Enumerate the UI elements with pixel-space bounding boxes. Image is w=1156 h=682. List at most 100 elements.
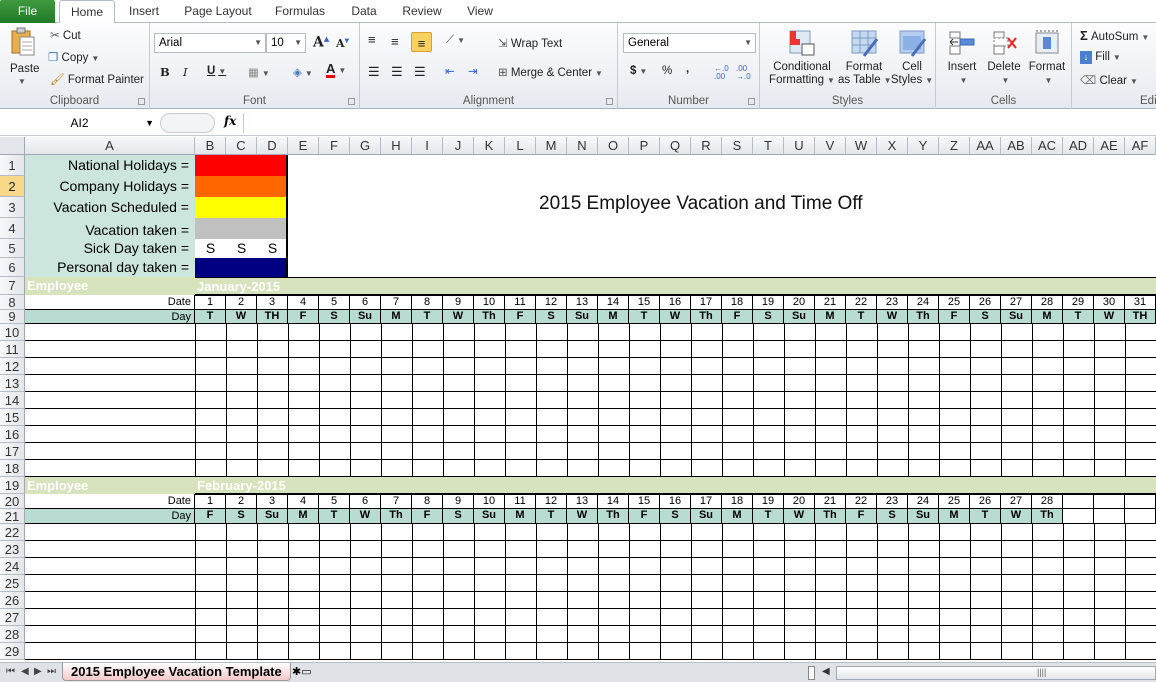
day-entry-cell[interactable] bbox=[846, 426, 877, 442]
day-entry-cell[interactable] bbox=[970, 541, 1001, 557]
table-row[interactable] bbox=[25, 409, 1156, 426]
day-entry-cell[interactable] bbox=[443, 324, 474, 340]
day-entry-cell[interactable] bbox=[1094, 460, 1125, 476]
day-entry-cell[interactable] bbox=[939, 426, 970, 442]
day-entry-cell[interactable] bbox=[722, 626, 753, 642]
day-entry-cell[interactable] bbox=[319, 558, 350, 574]
day-cell[interactable]: M bbox=[381, 310, 412, 324]
column-header-c[interactable]: C bbox=[226, 137, 257, 155]
day-entry-cell[interactable] bbox=[443, 409, 474, 425]
day-entry-cell[interactable] bbox=[1032, 426, 1063, 442]
day-entry-cell[interactable] bbox=[846, 460, 877, 476]
column-header-u[interactable]: U bbox=[784, 137, 815, 155]
day-entry-cell[interactable] bbox=[908, 592, 939, 608]
day-cell[interactable]: Su bbox=[350, 310, 381, 324]
day-entry-cell[interactable] bbox=[412, 460, 443, 476]
day-entry-cell[interactable] bbox=[1094, 541, 1125, 557]
day-entry-cell[interactable] bbox=[350, 643, 381, 659]
day-entry-cell[interactable] bbox=[722, 341, 753, 357]
wrap-text-button[interactable]: ⇲ Wrap Text bbox=[498, 36, 562, 50]
day-entry-cell[interactable] bbox=[877, 443, 908, 459]
day-entry-cell[interactable] bbox=[319, 575, 350, 591]
day-entry-cell[interactable] bbox=[908, 460, 939, 476]
format-painter-button[interactable]: 🖌 Format Painter bbox=[50, 72, 144, 86]
day-cell[interactable]: W bbox=[1094, 310, 1125, 324]
day-entry-cell[interactable] bbox=[319, 609, 350, 625]
day-entry-cell[interactable] bbox=[722, 524, 753, 540]
day-entry-cell[interactable] bbox=[195, 324, 226, 340]
day-entry-cell[interactable] bbox=[412, 324, 443, 340]
day-entry-cell[interactable] bbox=[257, 392, 288, 408]
day-cell[interactable]: W bbox=[877, 310, 908, 324]
day-entry-cell[interactable] bbox=[939, 541, 970, 557]
day-entry-cell[interactable] bbox=[939, 460, 970, 476]
day-entry-cell[interactable] bbox=[257, 426, 288, 442]
day-entry-cell[interactable] bbox=[536, 375, 567, 391]
decrease-decimal-icon[interactable]: .00 →.0 bbox=[736, 65, 754, 81]
day-entry-cell[interactable] bbox=[1125, 626, 1156, 642]
day-cell[interactable]: W bbox=[784, 509, 815, 524]
date-cell[interactable]: 23 bbox=[877, 295, 908, 310]
day-cell[interactable] bbox=[1063, 509, 1094, 524]
day-entry-cell[interactable] bbox=[505, 443, 536, 459]
day-entry-cell[interactable] bbox=[1063, 426, 1094, 442]
day-entry-cell[interactable] bbox=[660, 524, 691, 540]
alignment-launcher-icon[interactable] bbox=[606, 98, 613, 105]
day-entry-cell[interactable] bbox=[691, 558, 722, 574]
date-cell[interactable]: 11 bbox=[505, 494, 536, 509]
day-entry-cell[interactable] bbox=[350, 358, 381, 374]
day-entry-cell[interactable] bbox=[319, 443, 350, 459]
day-entry-cell[interactable] bbox=[1032, 558, 1063, 574]
row-header-15[interactable]: 15 bbox=[0, 409, 25, 426]
day-entry-cell[interactable] bbox=[784, 626, 815, 642]
day-entry-cell[interactable] bbox=[1094, 341, 1125, 357]
day-entry-cell[interactable] bbox=[381, 643, 412, 659]
day-entry-cell[interactable] bbox=[784, 541, 815, 557]
day-entry-cell[interactable] bbox=[629, 426, 660, 442]
row-header-8[interactable]: 8 bbox=[0, 295, 25, 310]
day-entry-cell[interactable] bbox=[505, 392, 536, 408]
comma-button[interactable]: , bbox=[686, 63, 689, 75]
day-entry-cell[interactable] bbox=[753, 592, 784, 608]
day-entry-cell[interactable] bbox=[691, 609, 722, 625]
day-entry-cell[interactable] bbox=[629, 341, 660, 357]
tab-view[interactable]: View bbox=[458, 0, 502, 23]
day-cell[interactable] bbox=[1094, 509, 1125, 524]
day-entry-cell[interactable] bbox=[350, 524, 381, 540]
day-entry-cell[interactable] bbox=[846, 541, 877, 557]
day-entry-cell[interactable] bbox=[1001, 375, 1032, 391]
day-entry-cell[interactable] bbox=[381, 609, 412, 625]
day-entry-cell[interactable] bbox=[970, 409, 1001, 425]
day-entry-cell[interactable] bbox=[846, 575, 877, 591]
day-entry-cell[interactable] bbox=[846, 558, 877, 574]
day-cell[interactable]: Th bbox=[474, 310, 505, 324]
day-entry-cell[interactable] bbox=[1063, 341, 1094, 357]
day-entry-cell[interactable] bbox=[1032, 324, 1063, 340]
day-cell[interactable]: TH bbox=[257, 310, 288, 324]
day-cell[interactable]: W bbox=[226, 310, 257, 324]
column-header-v[interactable]: V bbox=[815, 137, 846, 155]
day-entry-cell[interactable] bbox=[1125, 609, 1156, 625]
day-entry-cell[interactable] bbox=[195, 341, 226, 357]
day-entry-cell[interactable] bbox=[257, 626, 288, 642]
day-entry-cell[interactable] bbox=[877, 609, 908, 625]
date-cell[interactable]: 8 bbox=[412, 295, 443, 310]
day-entry-cell[interactable] bbox=[908, 541, 939, 557]
day-entry-cell[interactable] bbox=[846, 643, 877, 659]
last-sheet-icon[interactable]: ⏭ bbox=[47, 666, 56, 677]
day-entry-cell[interactable] bbox=[505, 409, 536, 425]
day-entry-cell[interactable] bbox=[784, 609, 815, 625]
day-entry-cell[interactable] bbox=[474, 643, 505, 659]
column-header-r[interactable]: R bbox=[691, 137, 722, 155]
date-cell[interactable]: 18 bbox=[722, 295, 753, 310]
day-entry-cell[interactable] bbox=[1094, 626, 1125, 642]
day-entry-cell[interactable] bbox=[877, 375, 908, 391]
column-header-a[interactable]: A bbox=[25, 137, 195, 155]
tab-home[interactable]: Home bbox=[59, 0, 115, 24]
day-entry-cell[interactable] bbox=[226, 524, 257, 540]
day-entry-cell[interactable] bbox=[319, 643, 350, 659]
day-entry-cell[interactable] bbox=[505, 592, 536, 608]
day-entry-cell[interactable] bbox=[784, 426, 815, 442]
day-entry-cell[interactable] bbox=[1032, 541, 1063, 557]
day-entry-cell[interactable] bbox=[784, 558, 815, 574]
